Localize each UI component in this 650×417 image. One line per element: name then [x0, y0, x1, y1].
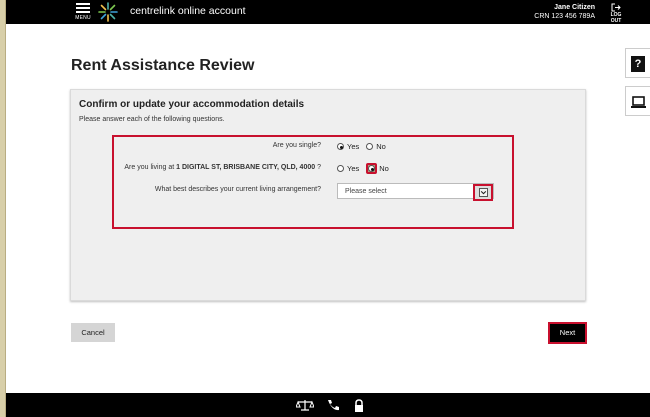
help-button[interactable]: ? [625, 48, 650, 78]
single-yes-radio[interactable] [337, 143, 344, 150]
menu-button[interactable]: MENU [72, 2, 94, 22]
single-no-radio[interactable] [366, 143, 374, 150]
living-yes-label: Yes [347, 164, 360, 173]
single-no-label: No [376, 142, 386, 151]
next-button[interactable]: Next [548, 322, 587, 344]
living-radio-group: Yes No [337, 163, 396, 174]
top-header-bar: MENU centrelink online account Jane Citi… [6, 0, 650, 24]
brand-title: centrelink online account [130, 5, 246, 17]
accommodation-panel: Confirm or update your accommodation det… [70, 89, 586, 301]
scales-icon[interactable] [296, 399, 314, 412]
chevron-down-icon [479, 188, 488, 197]
panel-heading: Confirm or update your accommodation det… [79, 99, 305, 110]
user-name: Jane Citizen [554, 4, 595, 11]
hamburger-icon [76, 3, 90, 5]
arrangement-question-label: What best describes your current living … [154, 186, 321, 193]
question-icon: ? [631, 56, 645, 72]
user-info: Jane Citizen CRN 123 456 789A [534, 3, 595, 21]
living-label-suffix: ? [317, 164, 321, 171]
user-crn: CRN 123 456 789A [534, 13, 595, 20]
living-yes-radio[interactable] [337, 165, 344, 172]
lock-icon[interactable] [352, 399, 366, 412]
living-no-label: No [379, 164, 389, 173]
living-question-label: Are you living at 1 DIGITAL ST, BRISBANE… [124, 164, 321, 171]
window-left-edge [0, 0, 6, 417]
page-title: Rent Assistance Review [71, 57, 255, 74]
side-tools: ? [625, 48, 650, 124]
device-button[interactable] [625, 86, 650, 116]
single-radio-group: Yes No [337, 142, 393, 151]
arrangement-select[interactable]: Please select [337, 183, 494, 199]
centrelink-star-logo-icon [98, 2, 118, 22]
logout-icon [611, 3, 621, 12]
living-label-prefix: Are you living at [124, 164, 175, 171]
menu-label: MENU [75, 15, 91, 21]
cancel-button[interactable]: Cancel [71, 323, 115, 342]
logout-label: LOG OUT [610, 12, 622, 24]
arrangement-dropdown-button[interactable] [473, 184, 493, 201]
laptop-icon [631, 96, 646, 108]
living-no-radio[interactable] [368, 165, 376, 172]
panel-subheading: Please answer each of the following ques… [79, 116, 225, 123]
living-no-radio-highlight[interactable] [366, 163, 378, 174]
questions-highlight-box [112, 135, 514, 229]
single-yes-label: Yes [347, 142, 360, 151]
logout-button[interactable]: LOG OUT [605, 3, 627, 24]
footer-bar [6, 393, 650, 417]
phone-icon[interactable] [326, 399, 340, 412]
living-address: 1 DIGITAL ST, BRISBANE CITY, QLD, 4000 [176, 164, 316, 171]
single-question-label: Are you single? [272, 142, 321, 149]
